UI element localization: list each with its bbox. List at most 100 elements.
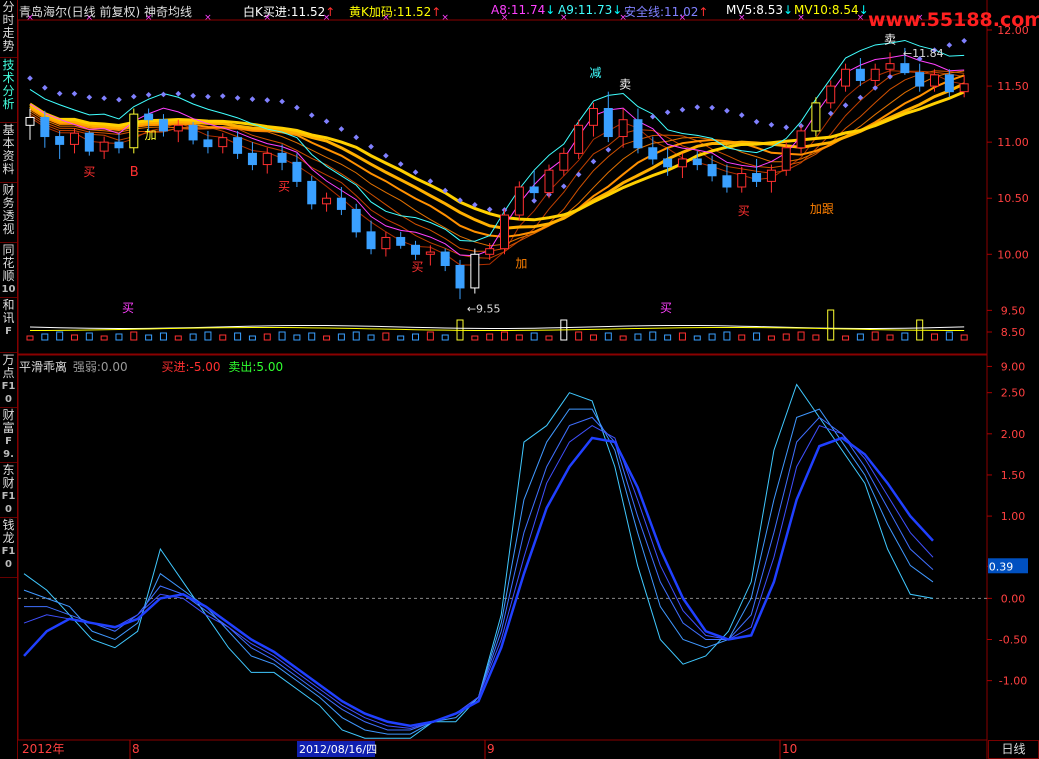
candle-body bbox=[677, 158, 687, 168]
header-item-value: 11.74 bbox=[510, 3, 546, 17]
safety-line-dot bbox=[664, 109, 671, 116]
candle-body bbox=[396, 236, 406, 246]
candle-body bbox=[544, 169, 554, 194]
volume-bar bbox=[293, 334, 301, 341]
indicator-name: 神奇均线 bbox=[144, 5, 193, 19]
osc-axis-label: -1.00 bbox=[999, 675, 1027, 688]
header-item-value: 11.02 bbox=[664, 5, 699, 19]
safety-line-dot bbox=[101, 95, 107, 102]
candle-body bbox=[692, 158, 702, 166]
osc-buy-label: 买进: bbox=[161, 360, 190, 374]
safety-line-dot bbox=[768, 121, 775, 128]
header-item-arrow: ↓ bbox=[612, 3, 623, 17]
safety-line-dot bbox=[368, 143, 374, 150]
safety-line-dot bbox=[249, 96, 256, 102]
volume-bar bbox=[204, 331, 212, 341]
safety-line-dot bbox=[264, 97, 271, 103]
safety-line-dot bbox=[219, 93, 226, 99]
safety-line-dot bbox=[738, 112, 745, 118]
candle-body bbox=[144, 113, 154, 121]
volume-bar bbox=[70, 334, 78, 341]
osc-header: 平滑乖离 强弱:0.00 买进:-5.00 卖出:5.00 bbox=[19, 358, 283, 375]
candle-body bbox=[959, 83, 969, 93]
volume-bar bbox=[159, 332, 167, 341]
candle-body bbox=[766, 169, 776, 182]
volume-bar bbox=[604, 332, 612, 341]
header-item-arrow: ↑ bbox=[698, 5, 709, 19]
candle-body bbox=[40, 116, 50, 138]
candle-body bbox=[277, 152, 287, 163]
safety-line-dot bbox=[753, 118, 760, 125]
candle-body bbox=[173, 124, 183, 132]
safety-line-dot bbox=[709, 104, 715, 111]
candle-body bbox=[188, 124, 198, 141]
osc-axis-label: 0.00 bbox=[1001, 592, 1026, 605]
header-item-2: A8:11.74↓ bbox=[491, 3, 555, 17]
header-item-label: A9: bbox=[558, 3, 578, 17]
volume-bar bbox=[471, 335, 479, 341]
osc-series-line bbox=[23, 408, 934, 735]
volume-bar bbox=[352, 331, 360, 341]
volume-bar bbox=[145, 334, 153, 341]
safety-line-dot bbox=[353, 134, 360, 141]
volume-bar bbox=[693, 335, 701, 341]
safety-line-dot bbox=[857, 94, 864, 101]
safety-line-dot bbox=[323, 118, 330, 125]
period-selector[interactable]: 日线 bbox=[988, 740, 1039, 759]
candle-body bbox=[84, 132, 94, 152]
header-item-4: 安全线:11.02↑ bbox=[624, 3, 708, 20]
volume-bar bbox=[753, 332, 761, 341]
osc-buy-value: -5.00 bbox=[189, 360, 221, 374]
volume-bar bbox=[678, 332, 686, 341]
candle-body bbox=[633, 119, 643, 149]
volume-bar bbox=[219, 334, 227, 341]
sell-signal: 卖 bbox=[619, 77, 631, 91]
buy-signal: 买 bbox=[83, 165, 95, 179]
candle-body bbox=[707, 164, 717, 177]
volume-bar bbox=[827, 309, 835, 341]
safety-line-dot bbox=[116, 96, 122, 103]
candle-body bbox=[381, 236, 391, 250]
safety-line-dot bbox=[86, 94, 93, 101]
candle-body bbox=[752, 173, 762, 182]
header-item-0: 白K买进:11.52↑ bbox=[243, 3, 335, 20]
candle-body bbox=[114, 141, 124, 149]
volume-bar bbox=[960, 334, 968, 341]
volume-bar bbox=[174, 335, 182, 341]
volume-bar bbox=[545, 335, 553, 341]
candle-body bbox=[99, 141, 109, 152]
ma-ribbon-line bbox=[29, 90, 965, 222]
volume-bar bbox=[723, 331, 731, 341]
header-item-arrow: ↑ bbox=[431, 5, 442, 19]
candle-body bbox=[203, 139, 213, 148]
candle-body bbox=[870, 68, 880, 81]
osc-axis-label: 2.50 bbox=[1001, 387, 1026, 400]
candle-body bbox=[796, 130, 806, 149]
safety-line-dot bbox=[190, 92, 196, 99]
volume-bar bbox=[842, 335, 850, 341]
candle-body bbox=[722, 175, 732, 188]
buy-signal: 买 bbox=[278, 179, 290, 193]
osc-axis-label: 1.50 bbox=[1001, 469, 1026, 482]
osc-strength-value: 0.00 bbox=[100, 360, 128, 374]
candle-body bbox=[69, 132, 79, 145]
top-marker: × bbox=[204, 13, 212, 23]
candle-body bbox=[648, 147, 658, 160]
safety-line-dot bbox=[605, 146, 612, 153]
candle-body bbox=[262, 152, 272, 166]
buy-signal: 买 bbox=[738, 204, 750, 218]
volume-bar bbox=[767, 335, 775, 341]
volume-bar bbox=[708, 333, 716, 341]
candle-body bbox=[425, 251, 435, 255]
volume-bar bbox=[323, 335, 331, 341]
candle-body bbox=[559, 152, 569, 171]
safety-line-dot bbox=[961, 37, 968, 44]
candle-body bbox=[247, 152, 257, 166]
header-item-arrow: ↓ bbox=[782, 3, 794, 17]
candle-body bbox=[485, 248, 495, 255]
date-month-8: 8 bbox=[132, 742, 140, 756]
candle-body bbox=[455, 265, 465, 289]
safety-line-dot bbox=[679, 106, 686, 113]
volume-bar bbox=[337, 333, 345, 341]
volume-bar bbox=[782, 333, 790, 341]
